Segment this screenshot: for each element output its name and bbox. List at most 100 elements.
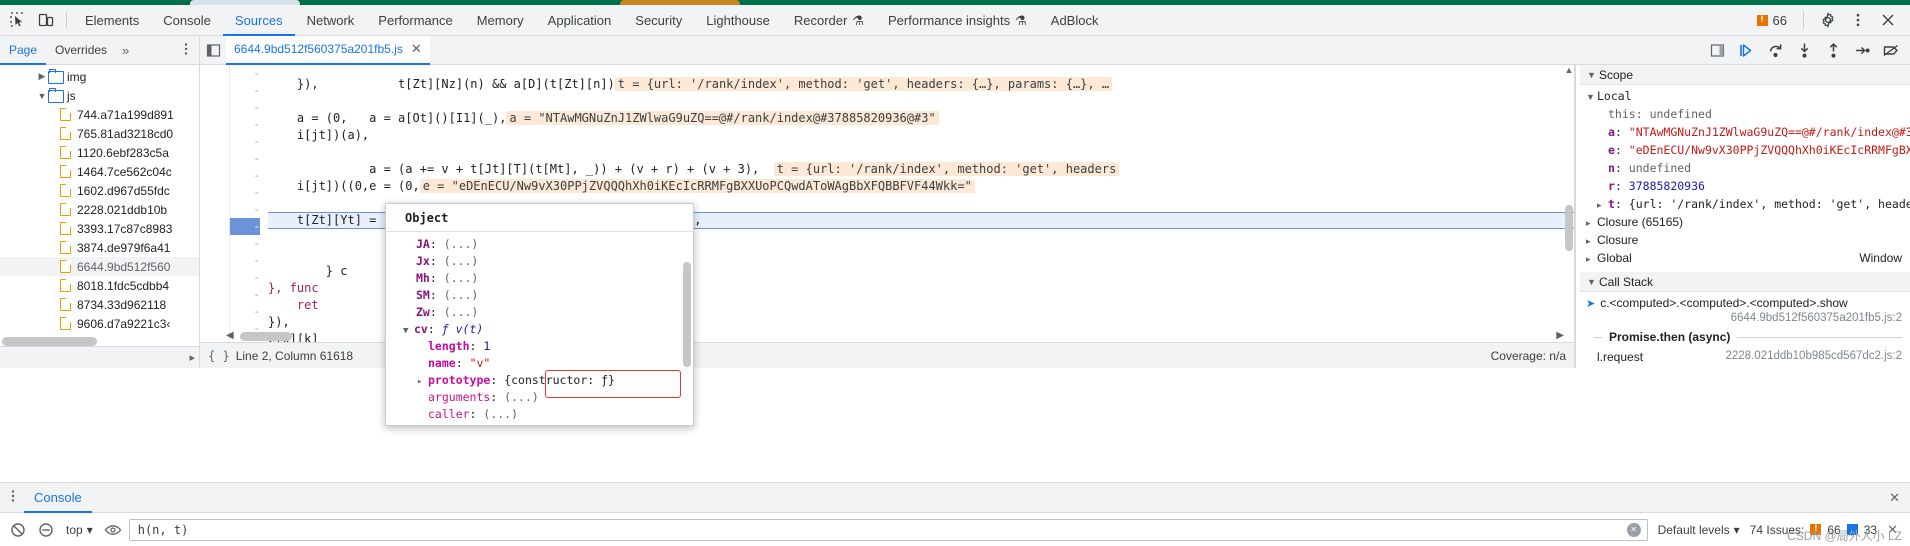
popover-vertical-scrollbar[interactable] <box>683 262 691 367</box>
call-stack-frame-selected[interactable]: ➤ c.<computed>.<computed>.<computed>.sho… <box>1580 294 1910 326</box>
scrollbar-thumb[interactable] <box>1565 205 1573 251</box>
object-preview-popover[interactable]: Object JA: (...) Jx: (...) Mh: (...) SM:… <box>385 203 694 426</box>
no-entry-icon[interactable] <box>34 518 58 542</box>
scroll-up-icon[interactable]: ▲ <box>1564 65 1574 75</box>
tab-console[interactable]: Console <box>151 5 223 36</box>
call-stack-section-header[interactable]: ▼ Call Stack <box>1580 272 1910 292</box>
eye-icon[interactable] <box>101 518 125 542</box>
tab-sources[interactable]: Sources <box>223 5 295 36</box>
tree-item-file[interactable]: 1120.6ebf283c5a <box>0 143 199 162</box>
nav-tab-overrides[interactable]: Overrides <box>46 36 116 65</box>
tree-item-file[interactable]: 1602.d967d55fdc <box>0 181 199 200</box>
issues-counter[interactable]: 66 <box>1751 13 1793 28</box>
device-toolbar-icon[interactable] <box>32 7 60 33</box>
tree-item-file[interactable]: 3874.de979f6a41 <box>0 238 199 257</box>
show-debugger-sidebar-icon[interactable] <box>1704 38 1730 62</box>
object-property[interactable]: length: 1 <box>386 338 693 355</box>
clear-input-icon[interactable]: ✕ <box>1626 522 1641 537</box>
function-location-link[interactable]: 6644.9bd512f… <box>580 424 670 425</box>
chevron-right-icon[interactable]: ▸ <box>417 374 428 391</box>
navigator-kebab-icon[interactable] <box>179 41 193 60</box>
clear-console-icon[interactable] <box>6 518 30 542</box>
object-property-function-location[interactable]: [[FunctionLocation]]: 6644.9bd512f… <box>386 423 693 425</box>
tree-item-file[interactable]: 765.81ad3218cd0 <box>0 124 199 143</box>
object-property[interactable]: ▸ prototype: {constructor: ƒ} <box>386 372 693 389</box>
scroll-right-icon[interactable]: ▶ <box>1556 330 1564 341</box>
scope-variable-e[interactable]: e: "eDEnECU/Nw9vX30PPjZVQQQhXh0iKEcIcRRM… <box>1580 141 1910 159</box>
object-property[interactable]: Jx: (...) <box>386 253 693 270</box>
more-navigator-tabs-icon[interactable]: » <box>116 43 135 58</box>
tab-performance[interactable]: Performance <box>366 5 464 36</box>
nav-tab-page[interactable]: Page <box>0 36 46 65</box>
kebab-icon[interactable] <box>1844 7 1872 33</box>
object-property[interactable]: name: "v" <box>386 355 693 372</box>
chevron-right-icon[interactable]: ▸ <box>1586 232 1597 249</box>
tree-item-file[interactable]: 8018.1fdc5cdbb4 <box>0 276 199 295</box>
tab-security[interactable]: Security <box>623 5 694 36</box>
tree-item-file[interactable]: 744.a71a199d891 <box>0 105 199 124</box>
scrollbar-thumb[interactable] <box>240 332 292 341</box>
scope-local-header[interactable]: ▼ Local <box>1580 87 1910 105</box>
tab-performance-insights[interactable]: Performance insights ⚗ <box>876 5 1039 36</box>
tree-item-file[interactable]: 1464.7ce562c04c <box>0 162 199 181</box>
tree-item-img[interactable]: ▶ img <box>0 67 199 86</box>
scope-closure-1[interactable]: ▸ Closure (65165) <box>1580 213 1910 231</box>
object-property[interactable]: Zw: (...) <box>386 304 693 321</box>
chevron-down-icon[interactable]: ▼ <box>1587 70 1599 80</box>
deactivate-breakpoints-button[interactable] <box>1878 38 1904 62</box>
log-levels-selector[interactable]: Default levels ▾ <box>1652 523 1746 537</box>
scroll-left-icon[interactable]: ◀ <box>226 330 234 341</box>
step-out-of-current-function-button[interactable] <box>1820 38 1846 62</box>
tree-item-file[interactable]: 2228.021ddb10b <box>0 200 199 219</box>
tree-item-file[interactable]: 9606.d7a9221c3‹ <box>0 314 199 333</box>
chevron-down-icon[interactable]: ▼ <box>36 91 48 101</box>
editor-vertical-scrollbar[interactable]: ▲ <box>1564 65 1574 342</box>
tab-recorder[interactable]: Recorder ⚗ <box>782 5 876 36</box>
close-icon[interactable]: ✕ <box>411 41 422 57</box>
object-property[interactable]: SM: (...) <box>386 287 693 304</box>
tab-application[interactable]: Application <box>536 5 624 36</box>
tree-item-file[interactable]: 8734.33d962118 <box>0 295 199 314</box>
chevron-right-icon[interactable]: ▸ <box>189 351 195 364</box>
scope-global[interactable]: ▸ Global Window <box>1580 249 1910 267</box>
chevron-right-icon[interactable]: ▶ <box>36 71 48 82</box>
chevron-right-icon[interactable]: ▸ <box>1586 250 1597 267</box>
show-navigator-icon[interactable] <box>200 43 226 58</box>
scope-closure-2[interactable]: ▸ Closure <box>1580 231 1910 249</box>
execution-context-selector[interactable]: top ▾ <box>62 523 97 537</box>
step-over-next-function-call-button[interactable] <box>1762 38 1788 62</box>
step-into-next-function-call-button[interactable] <box>1791 38 1817 62</box>
tab-adblock[interactable]: AdBlock <box>1039 5 1111 36</box>
tab-network[interactable]: Network <box>295 5 367 36</box>
close-icon[interactable]: ✕ <box>1889 490 1910 506</box>
scope-section-header[interactable]: ▼ Scope <box>1580 65 1910 85</box>
object-property[interactable]: JA: (...) <box>386 236 693 253</box>
step-button[interactable] <box>1849 38 1875 62</box>
scope-variable-t[interactable]: ▸ t: {url: '/rank/index', method: 'get', … <box>1580 195 1910 213</box>
curly-braces-icon[interactable]: { } <box>208 349 230 363</box>
editor-tab-file[interactable]: 6644.9bd512f560375a201fb5.js ✕ <box>226 35 430 65</box>
scope-variable-n[interactable]: n: undefined <box>1580 159 1910 177</box>
chevron-right-icon[interactable]: ▸ <box>1586 214 1597 231</box>
chevron-down-icon[interactable]: ▼ <box>1587 277 1599 287</box>
call-stack-frame[interactable]: l.request 2228.021ddb10b985cd567dc2.js:2 <box>1580 348 1910 366</box>
resume-script-execution-button[interactable] <box>1733 38 1759 62</box>
tab-memory[interactable]: Memory <box>465 5 536 36</box>
chevron-right-icon[interactable]: ▸ <box>1597 196 1608 213</box>
tab-lighthouse[interactable]: Lighthouse <box>694 5 782 36</box>
drawer-tab-console[interactable]: Console <box>24 483 92 513</box>
inspect-cursor-icon[interactable] <box>4 7 32 33</box>
object-property-expanded[interactable]: ▼ cv: ƒ v(t) <box>386 321 693 338</box>
console-prompt-input[interactable]: h(n, t) ✕ <box>128 518 1648 541</box>
tree-item-js[interactable]: ▼ js <box>0 86 199 105</box>
tab-elements[interactable]: Elements <box>73 5 151 36</box>
tree-item-file[interactable]: 3393.17c87c8983 <box>0 219 199 238</box>
close-icon[interactable] <box>1874 7 1902 33</box>
tree-item-file-selected[interactable]: 6644.9bd512f560 <box>0 257 199 276</box>
scope-variable-a[interactable]: a: "NTAwMGNuZnJ1ZWlwaG9uZQ==@#/rank/inde… <box>1580 123 1910 141</box>
object-property[interactable]: Mh: (...) <box>386 270 693 287</box>
scope-variable-r[interactable]: r: 37885820936 <box>1580 177 1910 195</box>
object-property[interactable]: arguments: (...) <box>386 389 693 406</box>
drawer-kebab-icon[interactable] <box>2 488 24 507</box>
object-property[interactable]: caller: (...) <box>386 406 693 423</box>
